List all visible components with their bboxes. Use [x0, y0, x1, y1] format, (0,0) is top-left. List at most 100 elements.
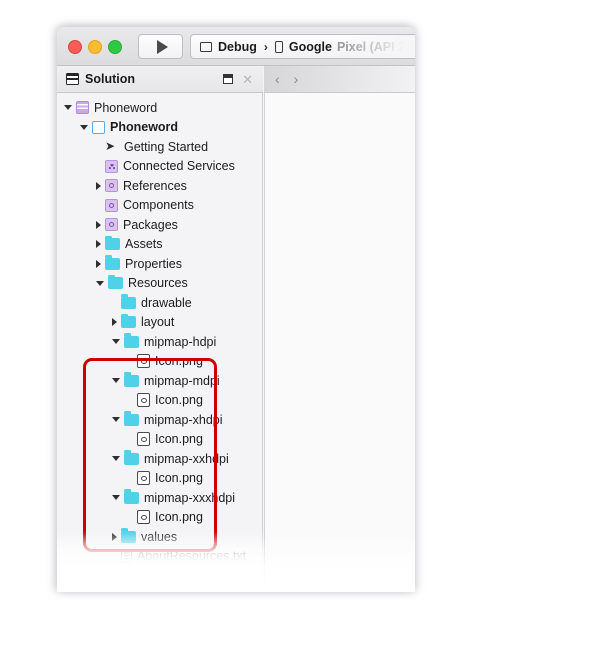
image-file-icon: [137, 510, 150, 525]
folder-icon: [105, 235, 120, 251]
tree-item-label: References: [123, 178, 187, 193]
tree-item-label: Icon.png: [155, 510, 203, 524]
tree-item-resources[interactable]: Resources: [57, 274, 262, 294]
tree-item-getting-started[interactable]: ➤ Getting Started: [57, 137, 262, 157]
twisty-collapsed-icon[interactable]: [96, 259, 101, 268]
tree-item-references[interactable]: References: [57, 176, 262, 196]
twisty-collapsed-icon[interactable]: [112, 532, 117, 541]
close-window-button[interactable]: [68, 40, 82, 54]
package-icon: [105, 179, 118, 193]
image-file-icon: [137, 393, 150, 408]
tree-item-label: Icon.png: [155, 432, 203, 446]
twisty-spacer: [128, 435, 133, 443]
twisty-collapsed-icon[interactable]: [96, 220, 101, 229]
folder-icon: [124, 411, 139, 426]
twisty-spacer: [112, 299, 117, 307]
tree-item-label: mipmap-mdpi: [144, 373, 220, 388]
tree-item-assets[interactable]: Assets: [57, 235, 262, 255]
tree-item-mainactivity-cs[interactable]: {} MainActivity.cs: [57, 586, 262, 592]
folder-icon: [105, 255, 120, 270]
tree-item-label: mipmap-xxhdpi: [144, 451, 229, 466]
folder-icon: [121, 528, 136, 543]
folder-icon: [121, 313, 136, 329]
run-button[interactable]: [138, 34, 183, 59]
tree-item-drawable[interactable]: drawable: [57, 293, 262, 313]
play-icon: [156, 39, 168, 54]
folder-icon: [124, 372, 139, 387]
tree-item-components[interactable]: Components: [57, 196, 262, 216]
folder-icon: [124, 333, 139, 348]
minimize-window-button[interactable]: [88, 40, 102, 54]
pad-actions: ✕: [223, 73, 253, 86]
tree-item-icon-png[interactable]: Icon.png: [57, 391, 262, 411]
tree-item-aboutresources-txt[interactable]: AboutResources.txt: [57, 547, 262, 567]
twisty-expanded-icon[interactable]: [96, 280, 104, 286]
tree-item-label: Assets: [125, 237, 163, 251]
tree-item-layout[interactable]: layout: [57, 313, 262, 333]
tree-item-label: AboutResources.txt: [137, 549, 247, 563]
run-configuration-selector[interactable]: Debug › Google Pixel (API 2: [190, 34, 415, 59]
pad-title: Solution: [85, 72, 135, 86]
project-icon: [92, 120, 105, 134]
tree-item-phoneword[interactable]: Phoneword: [57, 98, 262, 118]
tree-item-mipmap-xxxhdpi[interactable]: mipmap-xxxhdpi: [57, 488, 262, 508]
text-file-icon: [121, 549, 132, 564]
tree-item-connected-services[interactable]: Connected Services: [57, 157, 262, 177]
twisty-expanded-icon[interactable]: [112, 495, 120, 501]
package-icon: [105, 218, 118, 232]
tree-item-label: mipmap-xxxhdpi: [144, 490, 236, 505]
folder-icon: [124, 489, 139, 504]
twisty-collapsed-icon[interactable]: [112, 318, 117, 327]
tree-item-mipmap-xxhdpi[interactable]: mipmap-xxhdpi: [57, 449, 262, 469]
tree-item-label: mipmap-hdpi: [144, 334, 217, 349]
tree-item-label: Resource.designer.cs: [137, 568, 258, 583]
image-file-icon: [137, 432, 150, 447]
tree-item-icon-png[interactable]: Icon.png: [57, 508, 262, 528]
connected-services-icon: [105, 159, 118, 173]
twisty-expanded-icon[interactable]: [112, 456, 120, 462]
tree-item-label: Resources: [128, 276, 188, 290]
tree-item-icon-png[interactable]: Icon.png: [57, 352, 262, 372]
tree-item-properties[interactable]: Properties: [57, 254, 262, 274]
close-icon[interactable]: ✕: [242, 73, 253, 86]
tree-item-label: Icon.png: [155, 354, 203, 368]
maximize-window-button[interactable]: [108, 40, 122, 54]
breadcrumb-separator: ›: [263, 39, 268, 54]
tree-item-label: MainActivity.cs: [121, 589, 203, 592]
tree-item-label: Phoneword: [94, 100, 158, 115]
twisty-collapsed-icon[interactable]: [96, 240, 101, 249]
tree-item-mipmap-mdpi[interactable]: mipmap-mdpi: [57, 371, 262, 391]
tree-item-resource-designer-cs[interactable]: {} Resource.designer.cs: [57, 566, 262, 586]
editor-area: [264, 93, 415, 592]
twisty-expanded-icon[interactable]: [112, 378, 120, 384]
tree-item-label: Icon.png: [155, 471, 203, 485]
twisty-collapsed-icon[interactable]: [96, 181, 101, 190]
device-label-detail: Pixel (API 2: [336, 39, 406, 54]
tree-item-label: mipmap-xhdpi: [144, 412, 223, 427]
tree-item-label: Properties: [125, 256, 182, 271]
twisty-expanded-icon[interactable]: [112, 339, 120, 345]
twisty-expanded-icon[interactable]: [80, 124, 88, 130]
tree-item-icon-png[interactable]: Icon.png: [57, 469, 262, 489]
pin-icon[interactable]: [223, 74, 234, 84]
chevron-left-icon[interactable]: ‹: [275, 72, 280, 86]
code-file-icon: {}: [121, 568, 132, 583]
solution-tree[interactable]: Phoneword Phoneword ➤ Getting Started Connec…: [57, 93, 263, 592]
twisty-spacer: [128, 474, 133, 482]
tree-item-mipmap-xhdpi[interactable]: mipmap-xhdpi: [57, 410, 262, 430]
tree-item-mipmap-hdpi[interactable]: mipmap-hdpi: [57, 332, 262, 352]
tree-item-phoneword[interactable]: Phoneword: [57, 118, 262, 138]
tree-rows: Phoneword Phoneword ➤ Getting Started Connec…: [57, 98, 262, 592]
tree-item-icon-png[interactable]: Icon.png: [57, 430, 262, 450]
configuration-label: Debug: [218, 39, 257, 54]
tree-item-label: layout: [141, 315, 175, 329]
twisty-spacer: [128, 396, 133, 404]
tree-item-values[interactable]: values: [57, 527, 262, 547]
device-label: Google: [288, 39, 332, 54]
twisty-spacer: [128, 513, 133, 521]
twisty-expanded-icon[interactable]: [112, 417, 120, 423]
chevron-right-icon[interactable]: ›: [294, 72, 299, 86]
twisty-spacer: [96, 162, 101, 170]
twisty-expanded-icon[interactable]: [64, 105, 72, 111]
tree-item-packages[interactable]: Packages: [57, 215, 262, 235]
